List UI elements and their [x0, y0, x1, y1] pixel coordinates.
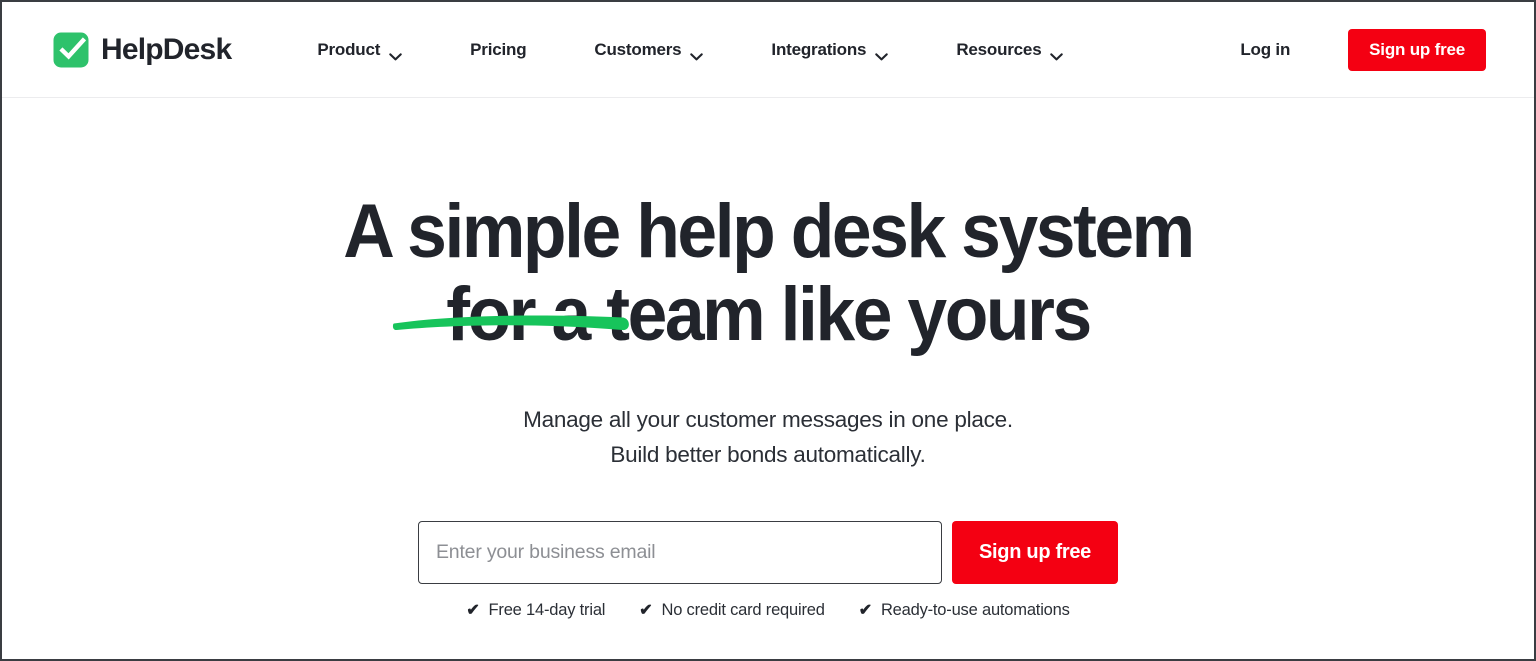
header-actions: Log in Sign up free [1240, 28, 1486, 71]
feature-label: No credit card required [661, 601, 825, 619]
hero-section: A simple help desk system for a team lik… [2, 98, 1534, 620]
feature-item-free-trial: ✔ Free 14-day trial [466, 601, 605, 620]
feature-item-automations: ✔ Ready-to-use automations [859, 601, 1070, 620]
check-icon: ✔ [639, 601, 653, 619]
nav-item-resources[interactable]: Resources [956, 32, 1064, 68]
hero-subtitle: Manage all your customer messages in one… [2, 402, 1534, 472]
chevron-down-icon [690, 46, 704, 60]
hero-signup-button[interactable]: Sign up free [952, 521, 1118, 584]
login-link[interactable]: Log in [1240, 40, 1290, 60]
check-icon: ✔ [858, 601, 872, 619]
feature-list: ✔ Free 14-day trial ✔ No credit card req… [2, 601, 1534, 620]
nav-item-label: Resources [956, 39, 1042, 59]
chevron-down-icon [389, 46, 402, 60]
feature-label: Ready-to-use automations [880, 601, 1070, 619]
subtitle-line-1: Manage all your customer messages in one… [523, 407, 1013, 432]
subtitle-line-2: Build better bonds automatically. [610, 442, 926, 467]
nav-item-customers[interactable]: Customers [594, 32, 704, 68]
nav-item-label: Product [317, 39, 381, 59]
checkbox-check-icon [52, 31, 90, 69]
chevron-down-icon [875, 46, 889, 60]
feature-item-no-credit-card: ✔ No credit card required [639, 601, 825, 620]
nav-item-product[interactable]: Product [317, 32, 402, 68]
browser-viewport: HelpDesk Product Pricing Customers Integ… [0, 0, 1536, 661]
main-nav: Product Pricing Customers Integrations R… [317, 32, 1064, 68]
headline-line-2: for a team like yours [446, 272, 1092, 357]
chevron-down-icon [1050, 46, 1064, 60]
site-header: HelpDesk Product Pricing Customers Integ… [2, 2, 1534, 98]
nav-item-label: Pricing [470, 39, 527, 59]
header-signup-button[interactable]: Sign up free [1348, 28, 1486, 71]
brand-logo[interactable]: HelpDesk [52, 31, 232, 69]
headline-line-1: A simple help desk system [343, 189, 1195, 274]
nav-item-label: Integrations [771, 39, 867, 59]
nav-item-label: Customers [594, 39, 682, 59]
nav-item-pricing[interactable]: Pricing [470, 32, 526, 68]
check-icon: ✔ [466, 601, 480, 619]
signup-form: Sign up free [2, 521, 1534, 584]
feature-label: Free 14-day trial [488, 601, 606, 619]
page-title: A simple help desk system for a team lik… [48, 190, 1488, 356]
brand-name: HelpDesk [101, 32, 232, 66]
nav-item-integrations[interactable]: Integrations [771, 32, 889, 68]
email-input[interactable] [418, 521, 942, 584]
